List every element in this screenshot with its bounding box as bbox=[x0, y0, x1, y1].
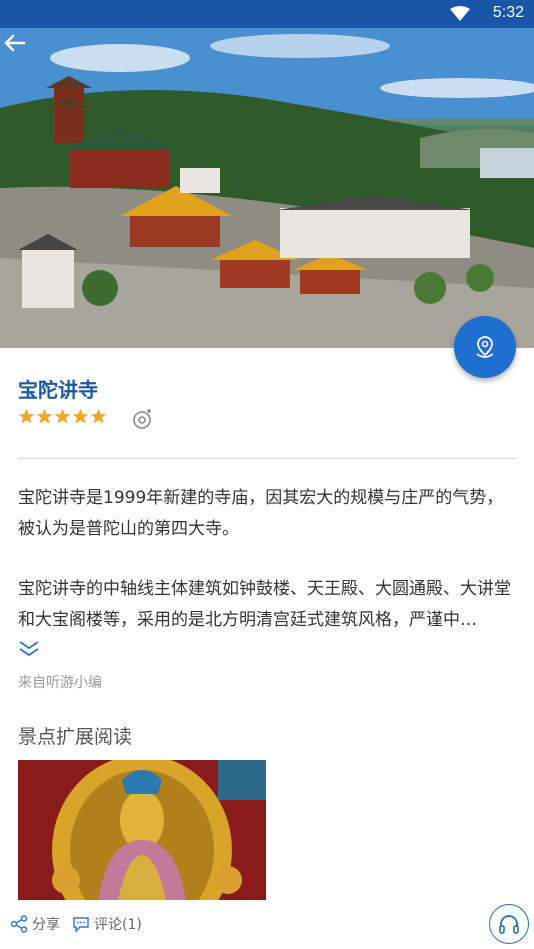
extended-reading-thumbnail[interactable] bbox=[18, 760, 266, 900]
temple-illustration bbox=[0, 28, 534, 348]
chevron-double-down-icon[interactable] bbox=[18, 638, 40, 660]
star-icon bbox=[54, 408, 71, 424]
divider bbox=[18, 458, 516, 459]
star-icon bbox=[90, 408, 107, 424]
hero-image bbox=[0, 28, 534, 348]
comment-icon bbox=[73, 917, 89, 933]
status-time: 5:32 bbox=[492, 4, 524, 21]
description-paragraph-1: 宝陀讲寺是1999年新建的寺庙，因其宏大的规模与庄严的气势，被认为是普陀山的第四… bbox=[18, 488, 504, 539]
comment-label: 评论(1) bbox=[94, 917, 142, 933]
bottom-bar: 分享 评论(1) bbox=[0, 900, 534, 949]
description-text: 宝陀讲寺的中轴线主体建筑如钟鼓楼、天王殿、大圆通殿、大讲堂和大宝阁楼等，采用的是… bbox=[18, 579, 511, 630]
star-icon bbox=[72, 408, 89, 424]
map-pin-icon bbox=[476, 336, 494, 358]
description-paragraph-2: 宝陀讲寺的中轴线主体建筑如钟鼓楼、天王殿、大圆通殿、大讲堂和大宝阁楼等，采用的是… bbox=[18, 574, 518, 636]
location-button[interactable] bbox=[454, 316, 516, 378]
source-label: 来自听游小编 bbox=[18, 675, 102, 691]
extended-reading-title: 景点扩展阅读 bbox=[18, 726, 133, 748]
audio-guide-icon[interactable] bbox=[132, 408, 154, 430]
star-icon bbox=[36, 408, 53, 424]
share-label: 分享 bbox=[32, 917, 60, 933]
share-button[interactable]: 分享 bbox=[10, 914, 60, 934]
star-icon bbox=[18, 408, 35, 424]
audio-player-button[interactable] bbox=[489, 904, 529, 944]
buddha-statue-image bbox=[18, 760, 266, 900]
headphones-icon bbox=[499, 915, 519, 934]
wifi-icon bbox=[450, 6, 470, 21]
comment-button[interactable]: 评论(1) bbox=[72, 914, 142, 934]
back-button[interactable] bbox=[0, 28, 30, 58]
share-icon bbox=[10, 915, 28, 933]
star-rating bbox=[18, 408, 107, 425]
status-bar: 5:32 bbox=[0, 0, 534, 28]
page-title: 宝陀讲寺 bbox=[18, 378, 98, 402]
